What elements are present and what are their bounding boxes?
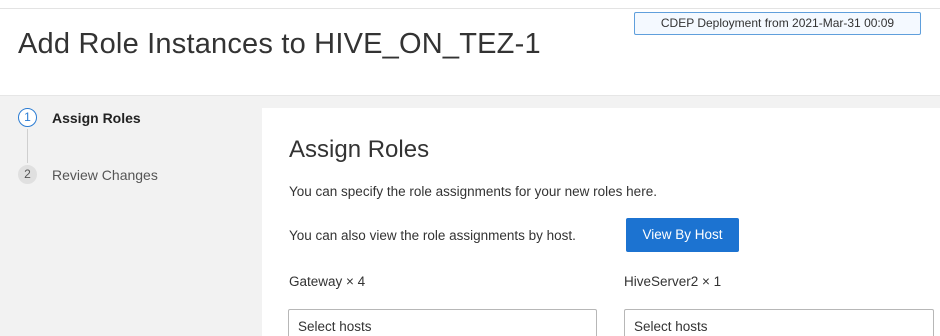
page-title: Add Role Instances to HIVE_ON_TEZ-1 xyxy=(18,28,541,60)
view-by-host-description: You can also view the role assignments b… xyxy=(289,228,576,243)
deployment-badge[interactable]: CDEP Deployment from 2021-Mar-31 00:09 xyxy=(634,12,921,35)
view-by-host-button[interactable]: View By Host xyxy=(626,218,739,252)
wizard-steps-sidebar: 1 Assign Roles 2 Review Changes xyxy=(0,96,262,336)
wizard-step-assign-roles[interactable]: 1 Assign Roles xyxy=(18,108,141,127)
hiveserver2-host-select[interactable]: Select hosts xyxy=(624,309,934,336)
role-label-gateway: Gateway × 4 xyxy=(289,274,366,289)
header-divider xyxy=(0,8,940,9)
add-role-instances-page: Add Role Instances to HIVE_ON_TEZ-1 CDEP… xyxy=(0,0,940,336)
step-label: Assign Roles xyxy=(52,109,141,126)
gateway-host-select[interactable]: Select hosts xyxy=(288,309,597,336)
section-title: Assign Roles xyxy=(289,136,430,163)
step-label: Review Changes xyxy=(52,166,158,183)
step-number-badge: 2 xyxy=(18,165,37,184)
step-number-badge: 1 xyxy=(18,108,37,127)
wizard-step-review-changes[interactable]: 2 Review Changes xyxy=(18,165,158,184)
wizard-body: 1 Assign Roles 2 Review Changes Assign R… xyxy=(0,96,940,336)
page-header: Add Role Instances to HIVE_ON_TEZ-1 CDEP… xyxy=(0,0,940,96)
assignment-description: You can specify the role assignments for… xyxy=(289,184,657,199)
step-connector-line xyxy=(27,129,28,163)
role-label-hiveserver2: HiveServer2 × 1 xyxy=(624,274,722,289)
assign-roles-panel: Assign Roles You can specify the role as… xyxy=(262,108,940,336)
